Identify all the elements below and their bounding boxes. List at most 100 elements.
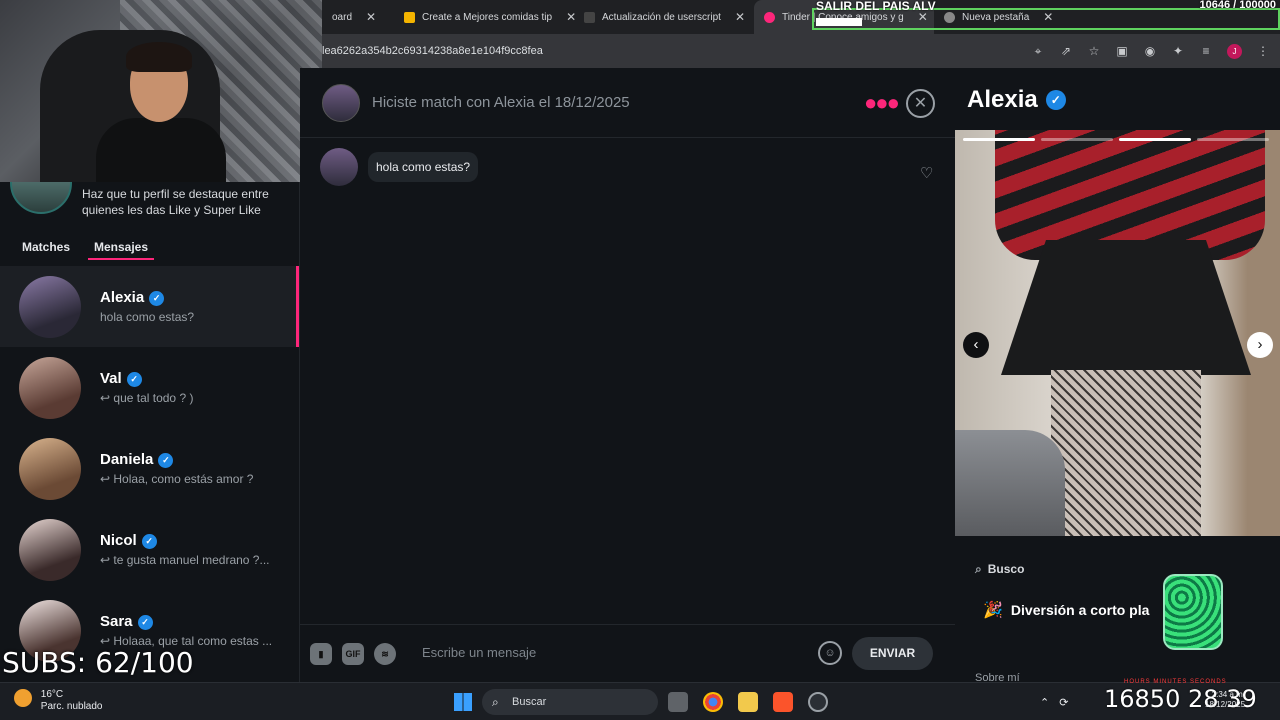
avatar: [19, 357, 81, 419]
app-icon[interactable]: [808, 692, 828, 712]
plant-overlay: [1163, 574, 1223, 650]
location-icon[interactable]: ⌖: [1031, 44, 1045, 58]
conversation-name: Val: [100, 370, 122, 387]
chat-panel: Hiciste match con Alexia el 18/12/2025 ●…: [300, 68, 955, 682]
heart-icon[interactable]: ♡: [920, 164, 933, 182]
timer-labels: HOURS MINUTES SECONDS: [1124, 679, 1227, 685]
verified-badge-icon: ✓: [158, 453, 174, 468]
browser-tab[interactable]: Create a Mejores comidas tip ✕: [394, 0, 576, 34]
tab-favicon-icon: [404, 11, 415, 23]
brave-icon[interactable]: [773, 692, 793, 712]
send-button[interactable]: ENVIAR: [852, 637, 933, 670]
chrome-icon[interactable]: [703, 692, 723, 712]
sticker-icon[interactable]: ▮: [310, 643, 332, 665]
promo-avatar: [10, 182, 72, 214]
file-explorer-icon[interactable]: [738, 692, 758, 712]
task-view-icon[interactable]: [668, 692, 688, 712]
conversation-item[interactable]: Nicol ✓ ↩ te gusta manuel medrano ?...: [0, 509, 299, 590]
star-icon[interactable]: ☆: [1087, 44, 1101, 58]
tab-label: Create a Mejores comidas tip: [422, 11, 553, 23]
previous-photo-icon[interactable]: ‹: [963, 332, 989, 358]
media-icon[interactable]: ▣: [1115, 44, 1129, 58]
avatar: [19, 276, 81, 338]
taskbar-search[interactable]: ⌕ Buscar: [482, 689, 658, 715]
goal-title: SALIR DEL PAIS ALV: [816, 0, 936, 13]
conversation-item[interactable]: Val ✓ ↩ que tal todo ? ): [0, 347, 299, 428]
promo-banner[interactable]: Haz que tu perfil se destaque entre quie…: [0, 182, 299, 226]
emoji-icon[interactable]: ☺: [818, 641, 842, 665]
avatar: [19, 519, 81, 581]
profile-name: Alexia: [967, 86, 1038, 113]
tab-favicon-icon: [584, 11, 595, 23]
chat-header: Hiciste match con Alexia el 18/12/2025 ●…: [300, 68, 955, 138]
goal-progress-bar: [816, 18, 862, 26]
tab-messages[interactable]: Mensajes: [87, 240, 155, 260]
tab-label: oard: [332, 11, 353, 23]
search-icon: ⌕: [492, 695, 499, 709]
verified-badge-icon: ✓: [1045, 90, 1066, 110]
photo-indicator: [1041, 138, 1113, 141]
sync-icon[interactable]: ⟳: [1059, 696, 1068, 709]
screen: oard ✕ Create a Mejores comidas tip ✕ Ac…: [0, 0, 1280, 720]
conversation-preview: ↩ Holaa, como estás amor ?: [100, 472, 254, 486]
conversation-preview: ↩ que tal todo ? ): [100, 391, 194, 405]
url-field[interactable]: lea6262a354b2c69314238a8e1e104f9cc8fea: [322, 45, 543, 57]
chevron-up-icon[interactable]: ⌃: [1040, 696, 1049, 709]
message-bubble: hola como estas?: [368, 152, 479, 182]
playlist-icon[interactable]: ≡: [1199, 44, 1213, 58]
weather-icon: [14, 689, 32, 707]
promo-text: Haz que tu perfil se destaque entre quie…: [82, 187, 269, 217]
search-icon: ⌕: [975, 562, 982, 576]
menu-dots-icon[interactable]: ⋮: [1256, 44, 1270, 58]
photo-indicator: [1119, 138, 1191, 141]
conversation-item[interactable]: Daniela ✓ ↩ Holaa, como estás amor ?: [0, 428, 299, 509]
goal-counter: 10646 / 100000: [1199, 0, 1276, 11]
subs-goal-overlay: SUBS: 62/100: [2, 646, 194, 679]
message-input[interactable]: Escribe un mensaje: [422, 645, 536, 660]
conversation-name: Nicol: [100, 532, 137, 549]
profile-avatar[interactable]: J: [1227, 43, 1242, 59]
tinder-flame-icon: [764, 11, 775, 23]
matches-sidebar: Haz que tu perfil se destaque entre quie…: [0, 182, 300, 682]
system-clock[interactable]: 2:34 a.m. 18/12/2025: [1205, 690, 1245, 710]
spotify-icon[interactable]: ≋: [374, 643, 396, 665]
looking-for-value: 🎉 Diversión a corto pla: [983, 602, 1150, 619]
message-composer: ▮ GIF ≋ Escribe un mensaje ☺ ENVIAR: [300, 624, 955, 682]
windows-start-icon[interactable]: [454, 693, 472, 711]
webcam-feed: [0, 0, 322, 182]
sidebar-tabs: Matches Mensajes: [0, 234, 299, 262]
photo-indicator: [963, 138, 1035, 141]
avatar[interactable]: [322, 84, 360, 122]
close-chat-icon[interactable]: ✕: [906, 89, 935, 118]
message-row: hola como estas? ♡: [300, 148, 955, 196]
match-date-text: Hiciste match con Alexia el 18/12/2025: [372, 94, 630, 111]
weather-condition: Parc. nublado: [40, 701, 103, 712]
close-icon[interactable]: ✕: [366, 10, 376, 24]
party-popper-icon: 🎉: [983, 602, 1003, 619]
more-options-icon[interactable]: ●●●: [864, 90, 900, 116]
conversation-name: Sara: [100, 613, 133, 630]
tab-matches[interactable]: Matches: [22, 240, 70, 254]
next-photo-icon[interactable]: ›: [1247, 332, 1273, 358]
share-icon[interactable]: ⇗: [1059, 44, 1073, 58]
weather-widget[interactable]: 16°C Parc. nublado: [14, 689, 103, 713]
system-tray: ⌃ ⟳: [1040, 683, 1068, 720]
profile-photo: ‹ ›: [955, 130, 1280, 536]
verified-badge-icon: ✓: [141, 534, 157, 549]
looking-for-label: ⌕ Busco: [975, 562, 1025, 576]
conversation-name: Alexia: [100, 289, 145, 306]
conversation-item[interactable]: Alexia ✓ hola como estas?: [0, 266, 299, 347]
puzzle-icon[interactable]: ✦: [1171, 44, 1185, 58]
profile-panel: Alexia ✓ ‹ › ⌕ Busco 🎉 Diversión a corto pl…: [955, 68, 1280, 684]
browser-tab[interactable]: Actualización de userscript ✕: [574, 0, 754, 34]
verified-badge-icon: ✓: [137, 615, 153, 630]
taskbar: 16°C Parc. nublado ⌕ Buscar ⌃ ⟳ 16850 28…: [0, 679, 1280, 720]
avatar[interactable]: [320, 148, 358, 186]
conversation-list: Alexia ✓ hola como estas? Val ✓ ↩ que tal …: [0, 266, 299, 671]
verified-badge-icon: ✓: [149, 291, 165, 306]
extension-icon[interactable]: ◉: [1143, 44, 1157, 58]
conversation-preview: ↩ te gusta manuel medrano ?...: [100, 553, 270, 567]
browser-tab[interactable]: oard ✕: [322, 0, 394, 34]
gif-button[interactable]: GIF: [342, 643, 364, 665]
close-icon[interactable]: ✕: [735, 10, 745, 24]
